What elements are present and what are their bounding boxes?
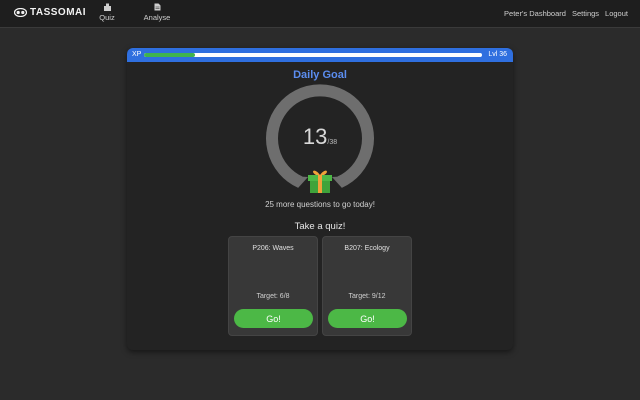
quiz-name: B207: Ecology (344, 245, 390, 252)
settings-link[interactable]: Settings (572, 9, 599, 18)
tassomai-logo[interactable]: TASSOMAI (14, 7, 86, 18)
nav-quiz[interactable]: Quiz (87, 3, 127, 22)
quiz-card-ecology: B207: Ecology Target: 9/12 Go! (322, 236, 412, 336)
go-button-waves[interactable]: Go! (234, 309, 313, 328)
daily-goal-card: XP Lvl 36 Daily Goal 13/38 25 more quest… (127, 48, 513, 350)
nav-analyse-label: Analyse (143, 13, 171, 22)
logo-text: TASSOMAI (30, 7, 87, 18)
document-icon (154, 3, 160, 11)
quiz-target: Target: 6/8 (256, 293, 290, 300)
quiz-name: P206: Waves (252, 245, 294, 252)
logout-link[interactable]: Logout (605, 9, 628, 18)
quiz-target: Target: 9/12 (348, 293, 386, 300)
quiz-card-waves: P206: Waves Target: 6/8 Go! (228, 236, 318, 336)
quiz-icon (103, 3, 111, 11)
total-count: /38 (327, 139, 338, 146)
xp-label: XP (132, 51, 142, 58)
completed-count: 13 (302, 124, 328, 149)
remaining-questions-text: 25 more questions to go today! (265, 200, 375, 209)
owl-eyes-icon (14, 8, 27, 17)
top-navigation-bar: TASSOMAI Quiz Analyse Peter's Dashboard … (0, 0, 640, 28)
nav-analyse[interactable]: Analyse (137, 3, 177, 22)
dashboard-link[interactable]: Peter's Dashboard (504, 9, 566, 18)
xp-progress-fill (144, 53, 195, 57)
gift-icon[interactable] (305, 164, 335, 194)
header-links: Peter's Dashboard Settings Logout (504, 9, 628, 18)
nav-quiz-label: Quiz (99, 13, 115, 22)
xp-progress-track (144, 53, 482, 57)
take-quiz-heading: Take a quiz! (294, 221, 346, 232)
daily-goal-count: 13/38 (127, 124, 513, 150)
level-label: Lvl 36 (488, 51, 507, 58)
go-button-ecology[interactable]: Go! (328, 309, 407, 328)
xp-bar: XP Lvl 36 (127, 48, 513, 62)
daily-goal-title: Daily Goal (293, 69, 347, 81)
